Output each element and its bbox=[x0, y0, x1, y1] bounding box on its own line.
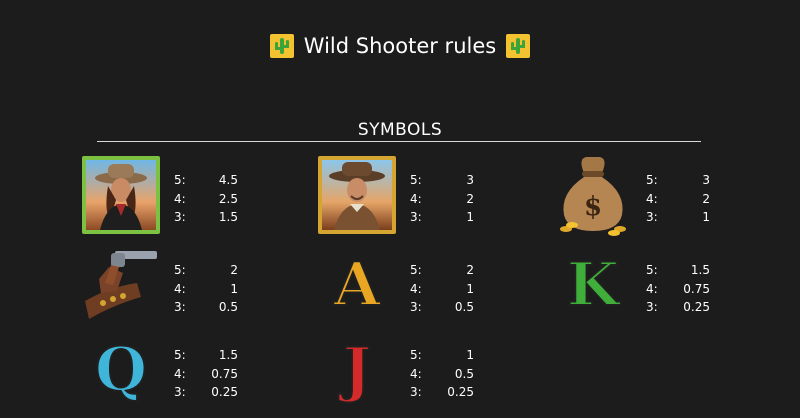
pay-row: 5: 1.5 bbox=[174, 348, 238, 362]
svg-text:$: $ bbox=[584, 192, 602, 222]
pay-row: 4: 2.5 bbox=[174, 191, 238, 206]
pay-row: 5: 1 bbox=[410, 348, 474, 362]
letter-q-symbol-icon: Q bbox=[94, 335, 148, 405]
pay-row: 4: 2 bbox=[410, 191, 474, 206]
symbol-cell: A 5: 2 4: 1 3: 0.5 bbox=[315, 243, 551, 333]
letter-a-symbol-icon: A bbox=[333, 250, 382, 320]
symbol-cell: K 5: 1.5 4: 0.75 3: 0.25 bbox=[551, 243, 787, 333]
pay-row: 4: 0.5 bbox=[410, 366, 474, 381]
paytable: 5: 3 4: 2 3: 1 bbox=[410, 171, 474, 227]
paytable: 5: 1.5 4: 0.75 3: 0.25 bbox=[174, 346, 238, 402]
pay-row: 3: 0.5 bbox=[174, 300, 238, 314]
paytable: 5: 3 4: 2 3: 1 bbox=[646, 171, 710, 227]
paytable: 5: 2 4: 1 3: 0.5 bbox=[410, 261, 474, 317]
symbol-cell: 5: 2 4: 1 3: 0.5 bbox=[79, 243, 315, 333]
cowboy-symbol-icon bbox=[315, 153, 399, 237]
pay-row: 5: 2 bbox=[174, 263, 238, 277]
letter-j-symbol-icon: J bbox=[342, 335, 372, 405]
pay-row: 5: 2 bbox=[410, 263, 474, 277]
pay-row: 3: 0.25 bbox=[646, 300, 710, 314]
symbol-cell: $ 5: 3 4: 2 3: 1 bbox=[551, 153, 787, 243]
pay-row: 4: 0.75 bbox=[646, 281, 710, 296]
pay-row: 4: 1 bbox=[410, 281, 474, 296]
paytable: 5: 1 4: 0.5 3: 0.25 bbox=[410, 346, 474, 402]
pay-row: 3: 1.5 bbox=[174, 210, 238, 224]
pay-row: 4: 1 bbox=[174, 281, 238, 296]
cactus-icon bbox=[269, 34, 294, 58]
pay-row: 5: 3 bbox=[646, 173, 710, 187]
money-bag-symbol-icon: $ bbox=[551, 153, 635, 237]
symbol-cell: 5: 3 4: 2 3: 1 bbox=[315, 153, 551, 243]
paytable: 5: 1.5 4: 0.75 3: 0.25 bbox=[646, 261, 710, 317]
pay-row: 3: 1 bbox=[410, 210, 474, 224]
cactus-icon bbox=[506, 34, 531, 58]
symbol-cell: J 5: 1 4: 0.5 3: 0.25 bbox=[315, 328, 551, 418]
symbol-cell: 5: 4.5 4: 2.5 3: 1.5 bbox=[79, 153, 315, 243]
revolver-holster-symbol-icon bbox=[79, 243, 163, 327]
pay-row: 3: 1 bbox=[646, 210, 710, 224]
pay-row: 3: 0.25 bbox=[410, 385, 474, 399]
pay-row: 5: 1.5 bbox=[646, 263, 710, 277]
page-title: Wild Shooter rules bbox=[303, 34, 497, 58]
pay-row: 3: 0.25 bbox=[174, 385, 238, 399]
symbols-section-title: SYMBOLS bbox=[357, 120, 443, 140]
paytable: 5: 2 4: 1 3: 0.5 bbox=[174, 261, 238, 317]
section-divider bbox=[97, 141, 701, 142]
pay-row: 5: 4.5 bbox=[174, 173, 238, 187]
cowgirl-symbol-icon bbox=[79, 153, 163, 237]
pay-row: 5: 3 bbox=[410, 173, 474, 187]
letter-k-symbol-icon: K bbox=[566, 250, 620, 320]
pay-row: 3: 0.5 bbox=[410, 300, 474, 314]
symbol-cell: Q 5: 1.5 4: 0.75 3: 0.25 bbox=[79, 328, 315, 418]
paytable: 5: 4.5 4: 2.5 3: 1.5 bbox=[174, 171, 238, 227]
pay-row: 4: 0.75 bbox=[174, 366, 238, 381]
pay-row: 4: 2 bbox=[646, 191, 710, 206]
rules-header: Wild Shooter rules bbox=[0, 34, 800, 58]
